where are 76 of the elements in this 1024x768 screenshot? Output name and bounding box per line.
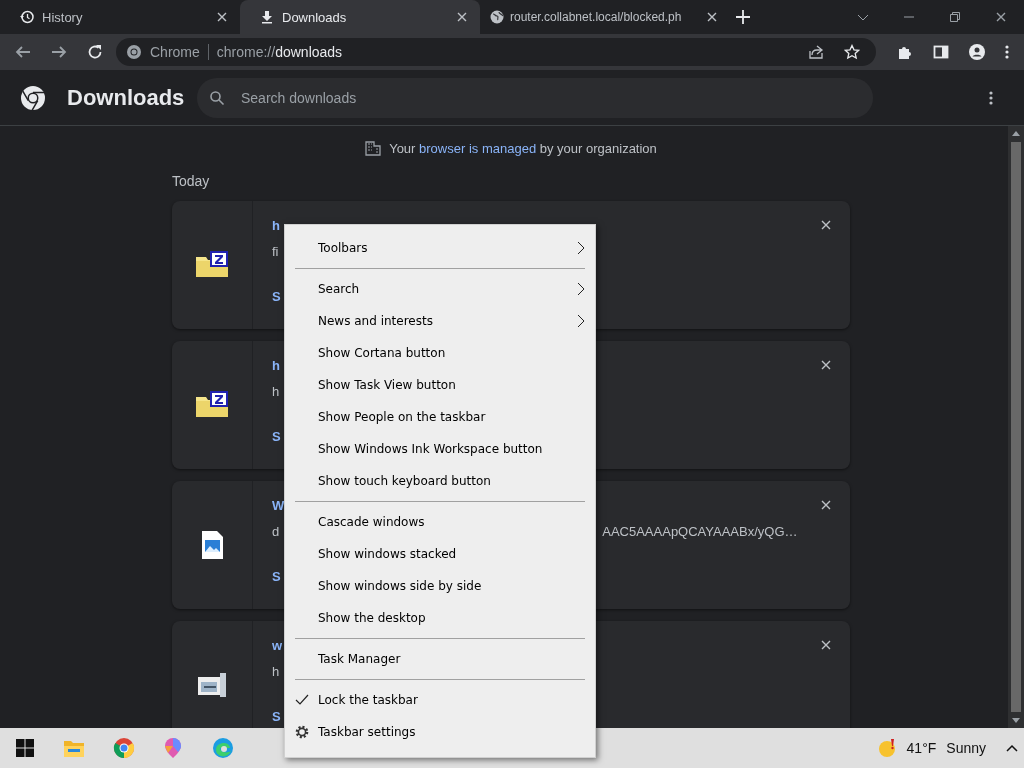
menu-item[interactable]: Show People on the taskbar — [285, 401, 595, 433]
close-icon[interactable] — [820, 639, 832, 651]
file-detail: fi — [272, 244, 279, 259]
scroll-up-icon[interactable] — [1012, 130, 1020, 136]
managed-notice: Your browser is managed by your organization — [389, 140, 657, 156]
chevron-up-icon[interactable] — [1006, 744, 1018, 752]
close-icon[interactable] — [820, 499, 832, 511]
download-icon — [260, 10, 274, 24]
menu-item[interactable]: Lock the taskbar — [285, 684, 595, 716]
scrollbar-thumb[interactable] — [1011, 142, 1021, 712]
side-panel-icon[interactable] — [933, 44, 949, 60]
page-title: Downloads — [67, 84, 185, 111]
scroll-down-icon[interactable] — [1012, 718, 1020, 724]
file-detail: AAC5AAAApQCAYAAABx/yQG… — [602, 524, 798, 539]
browser-tab[interactable]: router.collabnet.local/blocked.ph — [480, 0, 730, 34]
address-bar[interactable]: Chrome chrome://downloads — [116, 38, 876, 66]
action-link[interactable]: S — [272, 569, 281, 584]
action-link[interactable]: S — [272, 289, 281, 304]
file-name[interactable]: W — [272, 498, 285, 513]
close-icon[interactable] — [706, 11, 718, 23]
menu-item[interactable]: Show Task View button — [285, 369, 595, 401]
menu-item[interactable]: Show touch keyboard button — [285, 465, 595, 497]
puzzle-icon[interactable] — [897, 44, 913, 60]
windows-start-icon[interactable] — [15, 739, 34, 757]
chrome-icon — [126, 44, 142, 60]
browser-tab[interactable]: Downloads — [240, 0, 480, 34]
managed-link[interactable]: browser is managed — [419, 140, 537, 156]
menu-item[interactable]: Show Windows Ink Workspace button — [285, 433, 595, 465]
star-icon[interactable] — [844, 44, 860, 60]
more-icon[interactable] — [1005, 44, 1009, 60]
url-text: chrome://downloads — [216, 44, 343, 60]
close-icon[interactable] — [820, 359, 832, 371]
profile-icon[interactable] — [969, 44, 985, 60]
share-icon[interactable] — [808, 44, 824, 60]
file-detail: d — [272, 524, 280, 539]
file-name[interactable]: w — [272, 638, 283, 653]
menu-item[interactable]: Show windows side by side — [285, 570, 595, 602]
menu-item[interactable]: Show Cortana button — [285, 337, 595, 369]
history-icon — [20, 10, 34, 24]
restore-icon[interactable] — [949, 11, 961, 23]
close-icon[interactable] — [820, 219, 832, 231]
file-detail: h — [272, 384, 280, 399]
chrome-logo-icon — [20, 84, 46, 111]
site-label: Chrome — [150, 44, 200, 60]
action-link[interactable]: S — [272, 429, 281, 444]
menu-item[interactable]: Task Manager — [285, 643, 595, 675]
search-field[interactable]: Search downloads — [197, 77, 873, 118]
date-heading: Today — [172, 173, 211, 189]
menu-item[interactable]: Taskbar settings — [285, 716, 595, 748]
temperature-text[interactable]: 41°F — [906, 740, 937, 756]
menu-item[interactable]: Cascade windows — [285, 506, 595, 538]
file-detail: h — [272, 664, 280, 679]
menu-item[interactable]: Search — [285, 273, 595, 305]
menu-item[interactable]: Show the desktop — [285, 602, 595, 634]
chevron-right-icon — [577, 282, 585, 296]
file-name[interactable]: h — [272, 358, 280, 373]
menu-item[interactable]: Show windows stacked — [285, 538, 595, 570]
close-icon[interactable] — [456, 11, 468, 23]
globe-icon — [490, 10, 504, 24]
file-name[interactable]: h — [272, 218, 280, 233]
building-icon — [365, 140, 382, 156]
settings-icon — [295, 725, 309, 739]
chevron-right-icon — [577, 241, 585, 255]
more-icon[interactable] — [988, 89, 994, 106]
menu-item[interactable]: News and interests — [285, 305, 595, 337]
new-tab-icon[interactable] — [734, 8, 752, 26]
chevron-right-icon — [577, 314, 585, 328]
chrome-icon[interactable] — [112, 737, 135, 759]
menu-item[interactable]: Toolbars — [285, 232, 595, 264]
close-icon[interactable] — [995, 11, 1007, 23]
close-icon[interactable] — [216, 11, 228, 23]
sun-icon[interactable] — [876, 738, 897, 758]
weather-condition[interactable]: Sunny — [946, 740, 986, 756]
scrollbar[interactable] — [1008, 126, 1024, 728]
browser-tab[interactable]: History — [0, 0, 240, 34]
action-link[interactable]: S — [272, 709, 281, 724]
